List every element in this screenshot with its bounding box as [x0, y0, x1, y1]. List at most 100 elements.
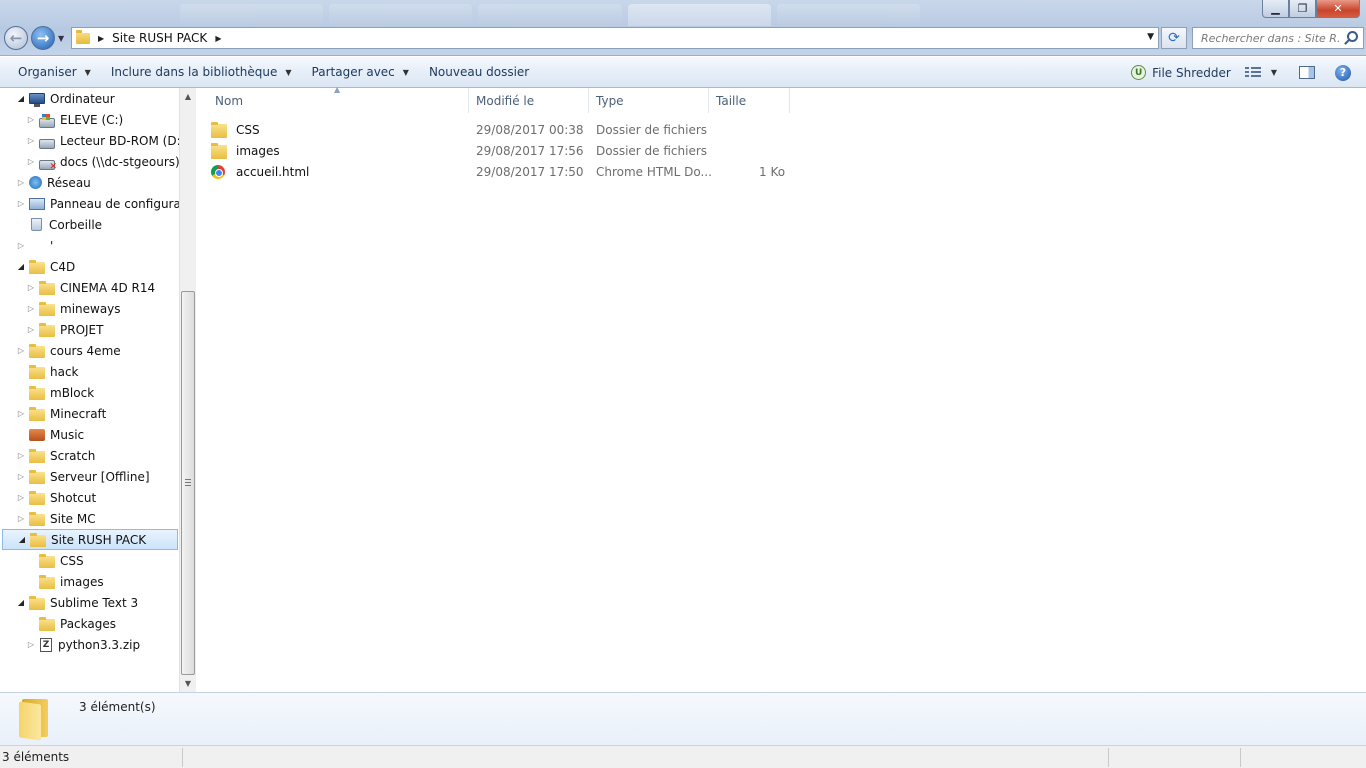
file-name: CSS: [236, 122, 260, 137]
navigation-scrollbar[interactable]: ▲ ▼: [179, 88, 196, 692]
arrow-right-icon: →: [36, 29, 50, 47]
folder-icon: [39, 616, 55, 631]
navigation-pane: ◢ Ordinateur ▷ ELEVE (C:) ▷ Lecteur BD-ROM (D…: [0, 88, 196, 692]
expand-arrow-icon[interactable]: ▷: [26, 115, 36, 124]
search-icon[interactable]: [1347, 31, 1358, 42]
tree-item[interactable]: ▷ mineways: [0, 298, 180, 319]
breadcrumb-chevron-icon[interactable]: ▶: [98, 34, 104, 43]
tree-item[interactable]: ▷ Réseau: [0, 172, 180, 193]
expand-arrow-icon[interactable]: ▷: [26, 283, 36, 292]
expand-arrow-icon[interactable]: ▷: [16, 409, 26, 418]
tree-item[interactable]: ◢ Site RUSH PACK: [2, 529, 178, 550]
expand-arrow-icon[interactable]: ▷: [16, 199, 26, 208]
tree-item-label: Shotcut: [50, 490, 97, 505]
forward-button[interactable]: →: [31, 26, 55, 50]
expand-arrow-icon[interactable]: ▷: [26, 640, 36, 649]
music-library-icon: [29, 428, 45, 441]
close-button[interactable]: ✕: [1316, 0, 1360, 18]
tree-item[interactable]: ◢ Sublime Text 3: [0, 592, 180, 613]
folder-icon: [39, 280, 55, 295]
expand-arrow-icon[interactable]: ▷: [26, 157, 36, 166]
tree-item-label: CINEMA 4D R14: [60, 280, 156, 295]
tree-item[interactable]: ▷ Minecraft: [0, 403, 180, 424]
organize-button[interactable]: Organiser ▼: [0, 57, 101, 87]
address-history-dropdown[interactable]: ▼: [1147, 32, 1154, 42]
column-header-label: Type: [596, 93, 624, 108]
tree-item[interactable]: hack: [0, 361, 180, 382]
tree-item[interactable]: ▷ Panneau de configuratio: [0, 193, 180, 214]
expand-arrow-icon[interactable]: ▷: [16, 493, 26, 502]
tree-item[interactable]: ▷ Scratch: [0, 445, 180, 466]
expand-arrow-icon[interactable]: ▷: [26, 136, 36, 145]
tree-item[interactable]: ▷ cours 4eme: [0, 340, 180, 361]
expand-arrow-icon[interactable]: ▷: [26, 304, 36, 313]
scroll-up-arrow-icon[interactable]: ▲: [180, 88, 196, 105]
tree-item[interactable]: CSS: [0, 550, 180, 571]
expand-arrow-icon[interactable]: ▷: [16, 472, 26, 481]
expand-arrow-icon[interactable]: ▷: [16, 178, 26, 187]
column-header-size[interactable]: Taille: [709, 88, 790, 113]
collapse-arrow-icon[interactable]: ◢: [17, 535, 27, 544]
refresh-icon: ⟳: [1168, 30, 1180, 46]
tree-item[interactable]: Corbeille: [0, 214, 180, 235]
file-row[interactable]: images 29/08/2017 17:56 Dossier de fichier…: [211, 140, 791, 161]
expand-arrow-icon[interactable]: ▷: [26, 325, 36, 334]
status-bar: 3 éléments: [0, 745, 1366, 768]
search-box[interactable]: [1192, 27, 1364, 49]
tree-item[interactable]: ▷ Serveur [Offline]: [0, 466, 180, 487]
tree-item[interactable]: ▷ Site MC: [0, 508, 180, 529]
tree-item[interactable]: ▷ docs (\\dc-stgeours) (: [0, 151, 180, 172]
tree-item-label: Minecraft: [50, 406, 107, 421]
share-with-button[interactable]: Partager avec ▼: [302, 57, 419, 87]
tree-item[interactable]: images: [0, 571, 180, 592]
tree-item[interactable]: ◢ C4D: [0, 256, 180, 277]
column-header-modified[interactable]: Modifié le: [469, 88, 589, 113]
scrollbar-thumb[interactable]: [181, 291, 195, 675]
view-options-dropdown[interactable]: ▼: [1271, 68, 1277, 77]
include-in-library-label: Inclure dans la bibliothèque: [110, 65, 278, 79]
tree-item[interactable]: ▷ CINEMA 4D R14: [0, 277, 180, 298]
tree-item[interactable]: ▷ PROJET: [0, 319, 180, 340]
breadcrumb-chevron-icon[interactable]: ▶: [215, 34, 221, 43]
recent-pages-dropdown[interactable]: ▼: [58, 34, 64, 43]
search-input[interactable]: [1201, 31, 1341, 45]
file-row[interactable]: CSS 29/08/2017 00:38 Dossier de fichiers: [211, 119, 791, 140]
tree-item[interactable]: Music: [0, 424, 180, 445]
include-in-library-button[interactable]: Inclure dans la bibliothèque ▼: [101, 57, 302, 87]
column-header-type[interactable]: Type: [589, 88, 709, 113]
change-view-icon[interactable]: [1244, 66, 1261, 79]
file-shredder-button[interactable]: U File Shredder: [1131, 65, 1245, 80]
expand-arrow-icon[interactable]: ▷: [16, 346, 26, 355]
breadcrumb-item[interactable]: Site RUSH PACK: [112, 31, 207, 45]
column-header-label: Modifié le: [476, 93, 535, 108]
refresh-button[interactable]: ⟳: [1161, 27, 1187, 49]
expand-arrow-icon[interactable]: ▷: [16, 241, 26, 250]
collapse-arrow-icon[interactable]: ◢: [16, 94, 26, 103]
minimize-button[interactable]: ▁: [1262, 0, 1289, 18]
expand-arrow-icon[interactable]: ▷: [16, 451, 26, 460]
preview-pane-icon[interactable]: [1299, 66, 1315, 79]
collapse-arrow-icon[interactable]: ◢: [16, 262, 26, 271]
column-header-name[interactable]: Nom ▲: [197, 85, 469, 113]
help-icon[interactable]: ?: [1335, 64, 1351, 81]
tree-item-label: Packages: [60, 616, 116, 631]
back-button[interactable]: ←: [4, 26, 28, 50]
maximize-button[interactable]: ❐: [1289, 0, 1316, 18]
file-size: 1 Ko: [759, 164, 786, 179]
tree-item[interactable]: ▷ Lecteur BD-ROM (D:): [0, 130, 180, 151]
tree-item[interactable]: ▷ ': [0, 235, 180, 256]
expand-arrow-icon[interactable]: ▷: [16, 514, 26, 523]
caret-down-icon: ▼: [84, 67, 91, 77]
tree-item[interactable]: mBlock: [0, 382, 180, 403]
tree-item-label: Lecteur BD-ROM (D:): [60, 133, 180, 148]
new-folder-button[interactable]: Nouveau dossier: [419, 57, 539, 87]
tree-item[interactable]: ▷ Shotcut: [0, 487, 180, 508]
file-row[interactable]: accueil.html 29/08/2017 17:50 Chrome HTML …: [211, 161, 791, 182]
address-bar[interactable]: ▶ Site RUSH PACK ▶ ▼: [71, 27, 1159, 49]
tree-item[interactable]: ◢ Ordinateur: [0, 88, 180, 109]
scroll-down-arrow-icon[interactable]: ▼: [180, 675, 196, 692]
collapse-arrow-icon[interactable]: ◢: [16, 598, 26, 607]
tree-item[interactable]: ▷ ELEVE (C:): [0, 109, 180, 130]
tree-item[interactable]: Packages: [0, 613, 180, 634]
tree-item[interactable]: ▷ Zpython3.3.zip: [0, 634, 180, 655]
